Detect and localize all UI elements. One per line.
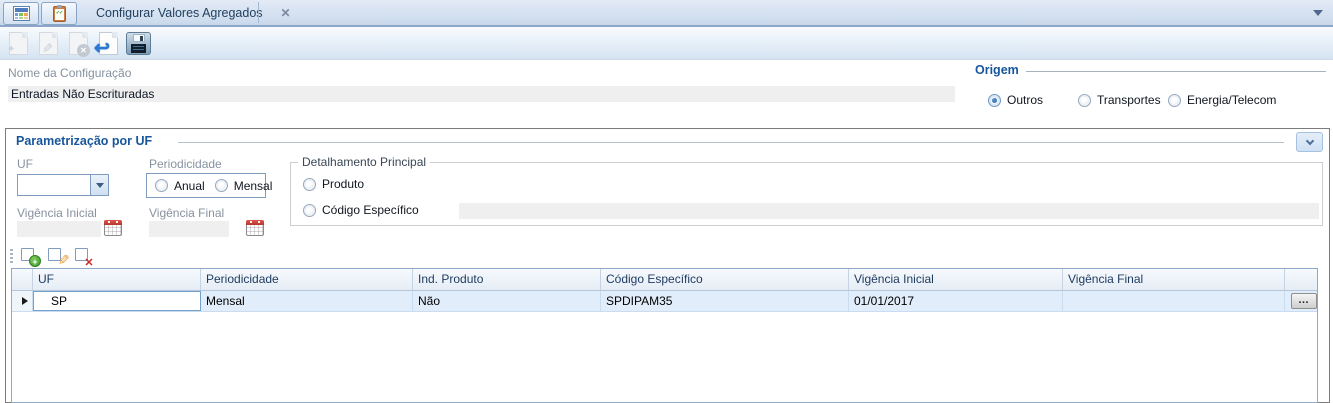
edit-pencil-icon: ✎	[39, 42, 55, 53]
origem-radio-energia-telecom[interactable]: Energia/Telecom	[1168, 93, 1276, 107]
edit-button: ✎	[33, 28, 63, 59]
undo-arrow-icon: ↩	[94, 37, 110, 59]
edit-row-button[interactable]: ✎	[46, 247, 72, 267]
vigencia-inicial-calendar-icon[interactable]	[104, 220, 122, 236]
add-plus-icon: +	[29, 254, 41, 267]
combobox-dropdown-button[interactable]	[90, 175, 108, 195]
tab-overflow-arrow-icon[interactable]	[1313, 10, 1323, 16]
row-selector-arrow-icon	[21, 297, 28, 305]
checklist-clipboard-icon	[52, 4, 66, 22]
cell-vigencia-inicial[interactable]: 01/01/2017	[849, 291, 1063, 311]
periodicidade-radio-group: Anual Mensal	[146, 173, 272, 198]
nome-configuracao-field[interactable]: Entradas Não Escrituradas	[8, 86, 955, 102]
grid-header-selector	[12, 269, 33, 290]
grid-palette-icon	[12, 6, 30, 21]
radio-icon	[155, 179, 168, 192]
origem-group-title: Origem	[975, 63, 1019, 77]
vigencia-final-label: Vigência Final	[149, 206, 225, 220]
parametrizacao-title-line	[178, 142, 1284, 143]
origem-radio-outros[interactable]: Outros	[988, 93, 1043, 107]
detalhamento-radio-codigo-especifico[interactable]: Código Específico	[303, 203, 419, 217]
grid-header-codigo-especifico[interactable]: Código Específico	[601, 269, 849, 290]
uf-label: UF	[17, 157, 33, 171]
codigo-especifico-field[interactable]	[459, 203, 1319, 219]
save-button[interactable]	[123, 28, 153, 59]
vigencia-inicial-field[interactable]	[17, 221, 101, 237]
cell-vigencia-final[interactable]	[1063, 291, 1285, 311]
grid-header-periodicidade[interactable]: Periodicidade	[201, 269, 413, 290]
close-tab-icon[interactable]: ✕	[281, 6, 291, 20]
vigencia-inicial-label: Vigência Inicial	[17, 206, 97, 220]
cell-periodicidade[interactable]: Mensal	[201, 291, 413, 311]
grid-header-ind-produto[interactable]: Ind. Produto	[413, 269, 601, 290]
tab-home[interactable]	[3, 2, 39, 25]
grid-header-row: UF Periodicidade Ind. Produto Código Esp…	[12, 269, 1317, 291]
detalhamento-radio-produto[interactable]: Produto	[303, 177, 364, 191]
parametrizacao-title: Parametrização por UF	[16, 134, 153, 148]
uf-combobox-value	[18, 175, 90, 195]
radio-icon	[303, 177, 316, 191]
detalhamento-principal-group: Detalhamento Principal Produto Código Es…	[290, 155, 1323, 226]
collapse-panel-button[interactable]	[1296, 132, 1323, 152]
cell-uf[interactable]: SP	[33, 291, 201, 311]
cell-ind-produto[interactable]: Não	[413, 291, 601, 311]
tab-separator	[258, 2, 259, 23]
cancel-button: ✕	[63, 28, 93, 59]
detalhamento-principal-title: Detalhamento Principal	[298, 155, 431, 169]
new-button: ✦	[3, 28, 33, 59]
radio-icon	[1078, 93, 1091, 107]
radio-icon	[303, 203, 316, 217]
radio-icon	[214, 179, 228, 192]
periodicidade-radio-anual[interactable]: Anual	[155, 179, 205, 193]
edit-pencil-icon: ✎	[55, 253, 72, 265]
table-row[interactable]: SP Mensal Não SPDIPAM35 01/01/2017 …	[12, 291, 1317, 312]
origem-group-line	[1026, 71, 1326, 72]
tab-configurar-valores-agregados[interactable]: Configurar Valores Agregados ✕	[84, 0, 303, 25]
uf-combobox[interactable]	[17, 174, 109, 196]
periodicidade-radio-mensal[interactable]: Mensal	[214, 179, 272, 193]
tab-bar: Configurar Valores Agregados ✕	[0, 0, 1333, 27]
grid-header-vigencia-inicial[interactable]: Vigência Inicial	[849, 269, 1063, 290]
row-selector-cell[interactable]	[12, 291, 33, 311]
origem-radio-transportes[interactable]: Transportes	[1078, 93, 1161, 107]
toolbar-grip-handle[interactable]	[10, 248, 13, 265]
cell-actions: …	[1285, 291, 1317, 311]
add-row-button[interactable]: +	[19, 247, 43, 267]
main-toolbar: ✦ ✎ ✕ ↩	[0, 27, 1333, 60]
vigencia-final-field[interactable]	[149, 221, 229, 237]
new-star-icon: ✦	[7, 43, 16, 55]
grid-header-actions	[1285, 269, 1317, 290]
tab-tasks[interactable]	[41, 2, 77, 25]
delete-x-icon: ✕	[84, 256, 94, 269]
nome-configuracao-label: Nome da Configuração	[8, 66, 132, 80]
tab-label: Configurar Valores Agregados	[96, 5, 263, 20]
grid-header-vigencia-final[interactable]: Vigência Final	[1063, 269, 1285, 290]
cell-codigo-especifico[interactable]: SPDIPAM35	[601, 291, 849, 311]
radio-selected-icon	[988, 93, 1001, 107]
delete-row-button[interactable]: ✕	[73, 247, 97, 269]
parametrizacao-grid: UF Periodicidade Ind. Produto Código Esp…	[11, 268, 1318, 403]
radio-icon	[1168, 93, 1181, 107]
vigencia-final-calendar-icon[interactable]	[246, 220, 264, 236]
chevron-down-icon	[1305, 136, 1314, 145]
parametrizacao-panel: Parametrização por UF UF Periodicidade A…	[5, 128, 1330, 403]
undo-button[interactable]: ↩	[93, 28, 123, 59]
cancel-x-icon: ✕	[77, 43, 90, 57]
save-floppy-icon	[125, 31, 151, 55]
row-ellipsis-button[interactable]: …	[1290, 293, 1317, 309]
dropdown-arrow-icon	[95, 182, 104, 188]
grid-toolbar: + ✎ ✕	[6, 245, 100, 269]
grid-header-uf[interactable]: UF	[33, 269, 201, 290]
periodicidade-label: Periodicidade	[149, 157, 222, 171]
